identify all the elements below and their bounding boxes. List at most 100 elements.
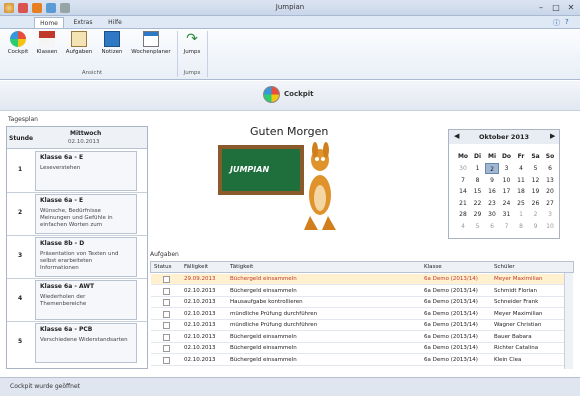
calendar-day[interactable]: 13 xyxy=(543,175,557,186)
status-checkbox[interactable] xyxy=(163,333,170,341)
calendar-day[interactable]: 4 xyxy=(456,221,470,232)
group-label-jumps: Jumps xyxy=(183,70,201,76)
lesson-class: Klasse 6a - PCB xyxy=(40,326,93,333)
lesson-card[interactable]: Klasse 8b - D Präsentation von Texten un… xyxy=(35,237,137,277)
tab-extras[interactable]: Extras xyxy=(68,17,98,28)
cockpit-button[interactable]: Cockpit xyxy=(6,31,30,65)
calendar-day[interactable]: 7 xyxy=(456,175,470,186)
table-cell: Büchergeld einsammeln xyxy=(230,356,297,363)
schedule-title: Tagesplan xyxy=(8,116,38,123)
calendar-day[interactable]: 4 xyxy=(514,163,528,174)
calendar-day[interactable]: 3 xyxy=(543,209,557,220)
klassen-button[interactable]: Klassen xyxy=(34,31,60,65)
table-cell: Schneider Frank xyxy=(494,299,539,305)
column-taetigkeit[interactable]: Tätigkeit xyxy=(230,264,253,270)
lesson-card[interactable]: Klasse 6a - E Wünsche, Bedürfnisse Meinu… xyxy=(35,194,137,234)
status-checkbox[interactable] xyxy=(163,276,170,283)
calendar-day[interactable]: 26 xyxy=(529,198,543,209)
help-icon[interactable]: ? xyxy=(565,18,569,26)
status-checkbox[interactable] xyxy=(163,322,170,329)
lesson-text: Wünsche, Bedürfnisse Meinungen und Gefüh… xyxy=(40,208,113,228)
calendar-day[interactable]: 5 xyxy=(529,163,543,174)
calendar-day[interactable]: 29 xyxy=(471,209,485,220)
calendar-day[interactable]: 20 xyxy=(543,186,557,197)
minimize-icon[interactable]: – xyxy=(534,2,548,13)
tasks-scrollbar[interactable] xyxy=(564,273,573,369)
calendar-day[interactable]: 18 xyxy=(514,186,528,197)
calendar-day[interactable]: 24 xyxy=(500,198,514,209)
kangaroo-mascot-icon xyxy=(304,142,336,230)
table-cell: Meyer Maximilian xyxy=(494,310,543,317)
info-icon[interactable]: ⓘ xyxy=(553,18,560,28)
column-faelligkeit[interactable]: Fälligkeit xyxy=(184,264,208,270)
table-cell: mündliche Prüfung durchführen xyxy=(230,322,318,328)
calendar-day[interactable]: 22 xyxy=(471,198,485,209)
calendar-day[interactable]: 3 xyxy=(500,163,514,174)
calendar-day[interactable]: 7 xyxy=(500,221,514,232)
jumps-button[interactable]: ↷ Jumps xyxy=(180,31,204,65)
group-separator xyxy=(207,31,208,77)
weekday-label: Mi xyxy=(487,153,497,160)
calendar-day[interactable]: 25 xyxy=(514,198,528,209)
lesson-card[interactable]: Klasse 6a - AWT Wiederholen der Themenbe… xyxy=(35,280,137,320)
notizen-button[interactable]: Notizen xyxy=(98,31,126,65)
calendar-day[interactable]: 6 xyxy=(543,163,557,174)
lesson-card[interactable]: Klasse 6a - PCB Verschiedene Widerstands… xyxy=(35,323,137,363)
calendar-day[interactable]: 2 xyxy=(529,209,543,220)
jumps-label: Jumps xyxy=(183,49,201,55)
calendar-day[interactable]: 30 xyxy=(456,163,470,174)
aufgaben-button[interactable]: Aufgaben xyxy=(64,31,94,65)
maximize-icon[interactable]: □ xyxy=(549,2,563,13)
calendar-month: Oktober 2013 xyxy=(478,133,530,141)
status-checkbox[interactable] xyxy=(163,287,170,295)
calendar-day[interactable]: 11 xyxy=(514,175,528,186)
calendar-day[interactable]: 5 xyxy=(471,221,485,232)
column-klasse[interactable]: Klasse xyxy=(424,264,442,270)
close-icon[interactable]: ✕ xyxy=(564,2,578,13)
calendar-day[interactable]: 6 xyxy=(485,221,499,232)
column-schueler[interactable]: Schüler xyxy=(494,264,515,270)
wochenplaner-label: Wochenplaner xyxy=(131,49,171,55)
lesson-text: Präsentation von Texten und selbst erarb… xyxy=(40,251,119,271)
period-number: 2 xyxy=(18,209,23,216)
calendar-day[interactable]: 30 xyxy=(485,209,499,220)
table-cell: Klein Clea xyxy=(494,356,522,363)
calendar-day[interactable]: 10 xyxy=(500,175,514,186)
calendar-day[interactable]: 28 xyxy=(456,209,470,220)
calendar-day[interactable]: 19 xyxy=(529,186,543,197)
table-cell: 6a Demo (2013/14) xyxy=(424,276,478,282)
calendar-day[interactable]: 8 xyxy=(514,221,528,232)
calendar-day[interactable]: 17 xyxy=(500,186,514,197)
calendar-day[interactable]: 10 xyxy=(543,221,557,232)
calendar-day[interactable]: 12 xyxy=(529,175,543,186)
status-checkbox[interactable] xyxy=(163,299,170,306)
calendar-day[interactable]: 8 xyxy=(471,175,485,186)
calendar-day[interactable]: 15 xyxy=(471,186,485,197)
table-cell: Büchergeld einsammeln xyxy=(230,345,297,351)
wochenplaner-button[interactable]: Wochenplaner xyxy=(128,31,174,65)
greeting: Guten Morgen xyxy=(250,125,329,138)
calendar-day[interactable]: 31 xyxy=(500,209,514,220)
column-status[interactable]: Status xyxy=(154,264,172,270)
weekday-label: Di xyxy=(473,153,482,160)
weekday-label: Fr xyxy=(517,153,525,160)
lesson-card[interactable]: Klasse 6a - E Leseverstehen xyxy=(35,151,137,191)
table-cell: Büchergeld einsammeln xyxy=(230,276,297,282)
calendar-day[interactable]: 27 xyxy=(543,198,557,209)
calendar-day[interactable]: 23 xyxy=(485,198,499,209)
table-cell: 6a Demo (2013/14) xyxy=(424,287,478,294)
lesson-text: Wiederholen der Themenbereiche xyxy=(40,294,87,307)
calendar-day[interactable]: 1 xyxy=(514,209,528,220)
calendar-day[interactable]: 9 xyxy=(529,221,543,232)
calendar-day[interactable]: 2 xyxy=(485,163,499,174)
calendar-day[interactable]: 16 xyxy=(485,186,499,197)
status-checkbox[interactable] xyxy=(163,356,170,364)
status-checkbox[interactable] xyxy=(163,310,170,318)
tab-hilfe[interactable]: Hilfe xyxy=(102,17,128,28)
tab-home[interactable]: Home xyxy=(34,17,64,28)
calendar-day[interactable]: 1 xyxy=(471,163,485,174)
calendar-day[interactable]: 21 xyxy=(456,198,470,209)
calendar-day[interactable]: 14 xyxy=(456,186,470,197)
status-checkbox[interactable] xyxy=(163,345,170,352)
calendar-day[interactable]: 9 xyxy=(485,175,499,186)
